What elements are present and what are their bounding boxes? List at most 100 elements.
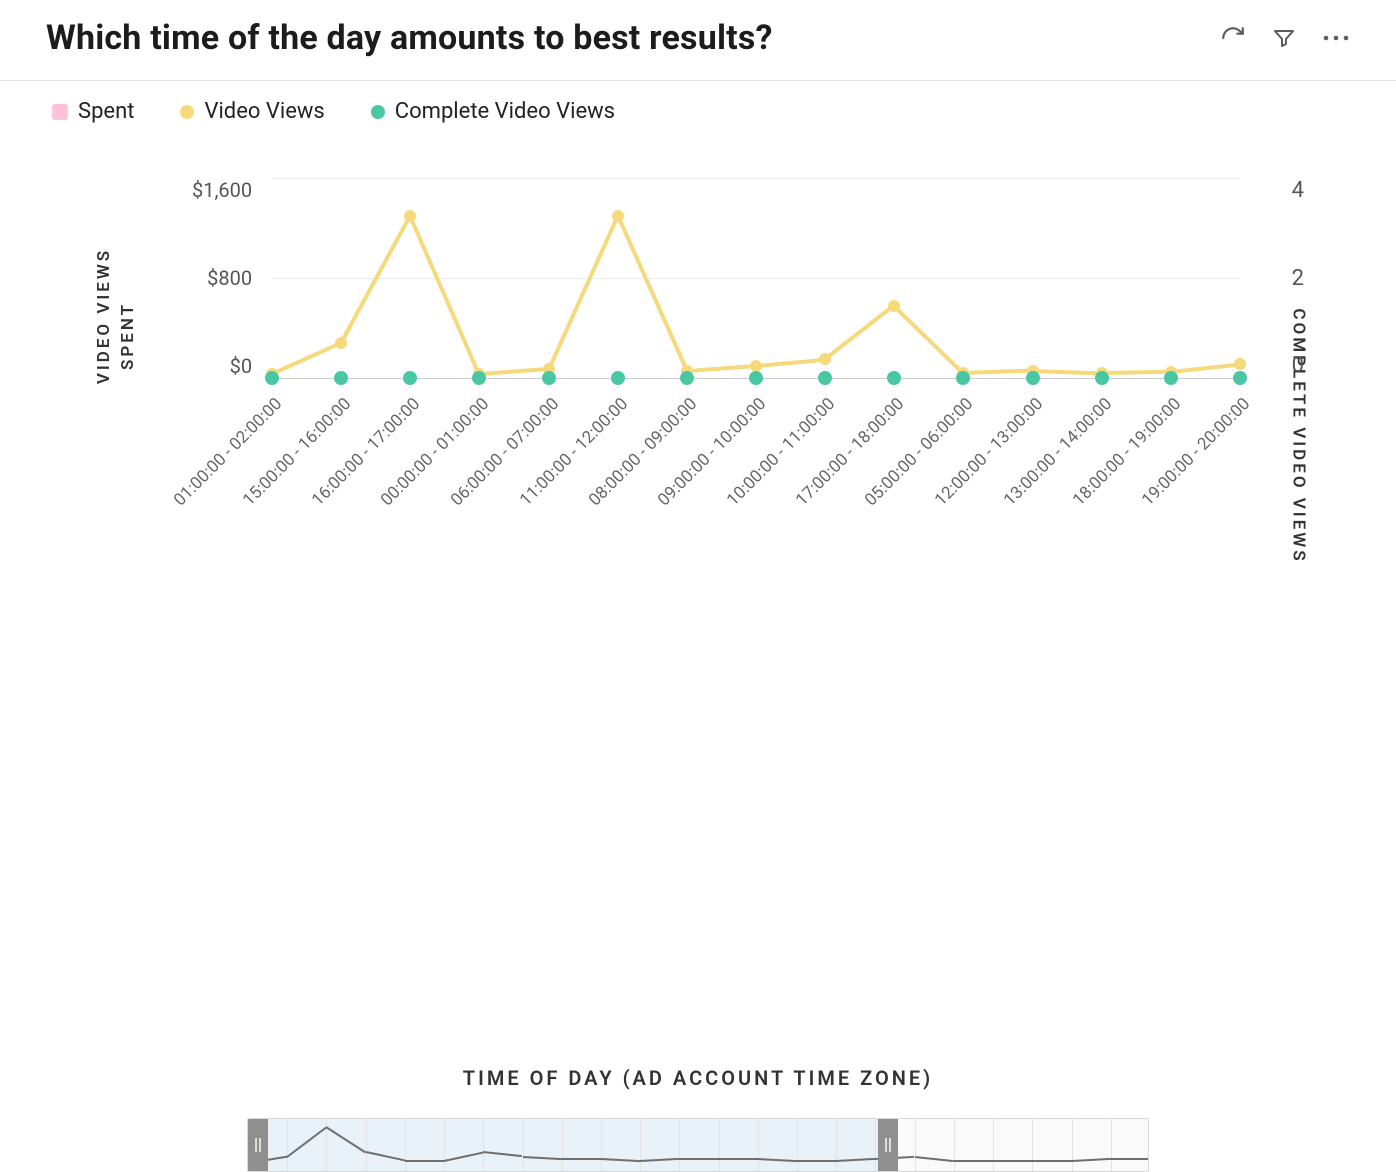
sparkline-segment bbox=[1072, 1158, 1111, 1162]
range-handle-right[interactable] bbox=[878, 1119, 898, 1171]
x-ticks: 01:00:00 - 02:00:0015:00:00 - 16:00:0016… bbox=[272, 394, 1240, 594]
complete-views-point bbox=[956, 371, 970, 385]
slider-tick bbox=[1072, 1119, 1073, 1171]
video-views-point bbox=[888, 300, 900, 312]
plot-frame: VIDEO VIEWS SPENT COMPLETE VIDEO VIEWS $… bbox=[46, 136, 1350, 596]
legend-item-spent[interactable]: Spent bbox=[52, 99, 134, 124]
sparkline-segment bbox=[836, 1158, 875, 1162]
complete-views-point bbox=[1233, 371, 1247, 385]
slider-tick bbox=[366, 1119, 367, 1171]
video-views-segment bbox=[963, 369, 1032, 375]
complete-views-point bbox=[611, 371, 625, 385]
slider-tick bbox=[797, 1119, 798, 1171]
video-views-point bbox=[612, 210, 624, 222]
video-views-segment bbox=[1102, 370, 1171, 375]
sparkline-segment bbox=[483, 1151, 522, 1157]
video-views-point bbox=[750, 360, 762, 372]
video-views-segment bbox=[479, 367, 548, 376]
slider-tick bbox=[444, 1119, 445, 1171]
sparkline-segment bbox=[365, 1151, 405, 1161]
y-right-tick-0: 0 bbox=[1292, 353, 1304, 378]
legend-spent-swatch bbox=[52, 104, 68, 120]
complete-views-point bbox=[818, 371, 832, 385]
range-handle-left[interactable] bbox=[248, 1119, 268, 1171]
video-views-segment bbox=[1171, 362, 1241, 373]
legend: Spent Video Views Complete Video Views bbox=[46, 99, 1350, 124]
header-actions bbox=[1220, 25, 1350, 51]
video-views-segment bbox=[271, 341, 342, 376]
slider-tick bbox=[405, 1119, 406, 1171]
slider-tick bbox=[1032, 1119, 1033, 1171]
slider-sparkline bbox=[248, 1119, 1148, 1171]
sparkline-segment bbox=[444, 1151, 484, 1161]
legend-complete-views-swatch bbox=[371, 105, 385, 119]
more-icon[interactable] bbox=[1322, 32, 1350, 44]
card-header: Which time of the day amounts to best re… bbox=[0, 0, 1396, 81]
video-views-segment bbox=[893, 304, 965, 374]
slider-tick bbox=[719, 1119, 720, 1171]
sparkline-segment bbox=[954, 1160, 993, 1162]
refresh-icon[interactable] bbox=[1220, 25, 1246, 51]
y-right-tick-2: 2 bbox=[1292, 266, 1304, 291]
video-views-point bbox=[404, 210, 416, 222]
slider-tick bbox=[836, 1119, 837, 1171]
complete-views-point bbox=[680, 371, 694, 385]
sparkline-segment bbox=[326, 1126, 366, 1153]
complete-views-point bbox=[749, 371, 763, 385]
legend-spent-label: Spent bbox=[78, 99, 134, 124]
sparkline-segment bbox=[287, 1126, 327, 1157]
video-views-segment bbox=[339, 215, 412, 344]
sparkline-segment bbox=[562, 1158, 601, 1160]
slider-tick bbox=[523, 1119, 524, 1171]
sparkline-segment bbox=[797, 1160, 836, 1162]
video-views-point bbox=[819, 353, 831, 365]
slider-tick bbox=[601, 1119, 602, 1171]
complete-views-point bbox=[1164, 371, 1178, 385]
legend-item-complete-views[interactable]: Complete Video Views bbox=[371, 99, 615, 124]
slider-tick bbox=[954, 1119, 955, 1171]
video-views-segment bbox=[756, 357, 826, 367]
y-left-tick-800: $800 bbox=[207, 266, 252, 290]
sparkline-segment bbox=[679, 1158, 718, 1160]
y-ticks-right: 4 2 0 bbox=[1292, 178, 1304, 378]
video-views-point bbox=[1234, 358, 1246, 370]
sparkline-segment bbox=[1032, 1160, 1071, 1162]
page-title: Which time of the day amounts to best re… bbox=[46, 18, 773, 58]
sparkline-segment bbox=[1111, 1158, 1149, 1160]
y-left-tick-0: $0 bbox=[230, 354, 252, 378]
plot-area[interactable] bbox=[272, 178, 1240, 378]
legend-video-views-swatch bbox=[180, 105, 194, 119]
sparkline-segment bbox=[522, 1156, 561, 1160]
filter-icon[interactable] bbox=[1272, 26, 1296, 50]
sparkline-segment bbox=[915, 1156, 954, 1162]
sparkline-segment bbox=[640, 1158, 679, 1162]
video-views-segment bbox=[687, 364, 756, 373]
y-axis-left1-label: VIDEO VIEWS bbox=[94, 248, 114, 384]
slider-tick bbox=[679, 1119, 680, 1171]
slider-tick bbox=[287, 1119, 288, 1171]
slider-tick bbox=[993, 1119, 994, 1171]
slider-tick bbox=[483, 1119, 484, 1171]
video-views-segment bbox=[616, 215, 689, 372]
slider-tick bbox=[758, 1119, 759, 1171]
sparkline-segment bbox=[758, 1158, 797, 1162]
complete-views-point bbox=[1095, 371, 1109, 385]
slider-tick bbox=[915, 1119, 916, 1171]
y-ticks-left: $1,600 $800 $0 bbox=[192, 178, 252, 378]
x-axis-label: TIME OF DAY (AD ACCOUNT TIME ZONE) bbox=[46, 1066, 1350, 1090]
chart-card: Spent Video Views Complete Video Views V… bbox=[0, 81, 1396, 1172]
sparkline-segment bbox=[405, 1160, 444, 1162]
video-views-segment bbox=[408, 215, 481, 375]
y-left-tick-1600: $1,600 bbox=[192, 178, 252, 202]
complete-views-point bbox=[887, 371, 901, 385]
slider-tick bbox=[562, 1119, 563, 1171]
range-slider[interactable] bbox=[247, 1118, 1149, 1172]
complete-views-point bbox=[472, 371, 486, 385]
slider-tick bbox=[640, 1119, 641, 1171]
legend-item-video-views[interactable]: Video Views bbox=[180, 99, 324, 124]
sparkline-segment bbox=[719, 1158, 758, 1160]
sparkline-segment bbox=[993, 1160, 1032, 1162]
video-views-segment bbox=[1032, 369, 1101, 375]
complete-views-point bbox=[265, 371, 279, 385]
y-right-tick-4: 4 bbox=[1292, 178, 1304, 203]
